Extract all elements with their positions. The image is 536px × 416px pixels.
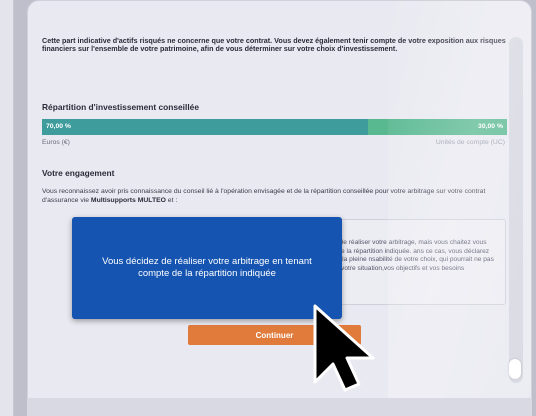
scrollbar-track[interactable]: [509, 37, 523, 383]
left-background-strip: [0, 0, 14, 416]
option-deviate-text: décidez de réaliser votre arbitrage, mai…: [315, 239, 494, 273]
option-follow-advice-tooltip[interactable]: Vous décidez de réaliser votre arbitrage…: [72, 217, 342, 319]
scrollbar-thumb[interactable]: [509, 359, 521, 379]
engagement-text: Vous reconnaissez avoir pris connaissanc…: [42, 187, 504, 205]
contract-name: Multisupports MULTEO: [90, 197, 166, 204]
modal-panel: Cette part indicative d'actifs risqués n…: [27, 0, 532, 416]
allocation-bar: 70,00 % 30,00 %: [42, 119, 507, 135]
uc-label: Unités de compte (UC): [435, 139, 505, 146]
allocation-title: Répartition d'investissement conseillée: [42, 102, 199, 112]
intro-block: Cette part indicative d'actifs risqués n…: [42, 36, 507, 54]
allocation-bar-uc: 30,00 %: [367, 119, 507, 135]
engagement-text-after: et :: [165, 197, 178, 204]
bottom-band: [27, 398, 532, 416]
mouse-cursor-icon: [313, 304, 375, 392]
intro-text: Cette part indicative d'actifs risqués n…: [42, 36, 506, 54]
tooltip-text: Vous décidez de réaliser votre arbitrage…: [102, 256, 312, 279]
euros-label: Euros (€): [42, 139, 70, 146]
allocation-bar-euros: 70,00 %: [42, 119, 368, 135]
engagement-title: Votre engagement: [42, 168, 115, 178]
